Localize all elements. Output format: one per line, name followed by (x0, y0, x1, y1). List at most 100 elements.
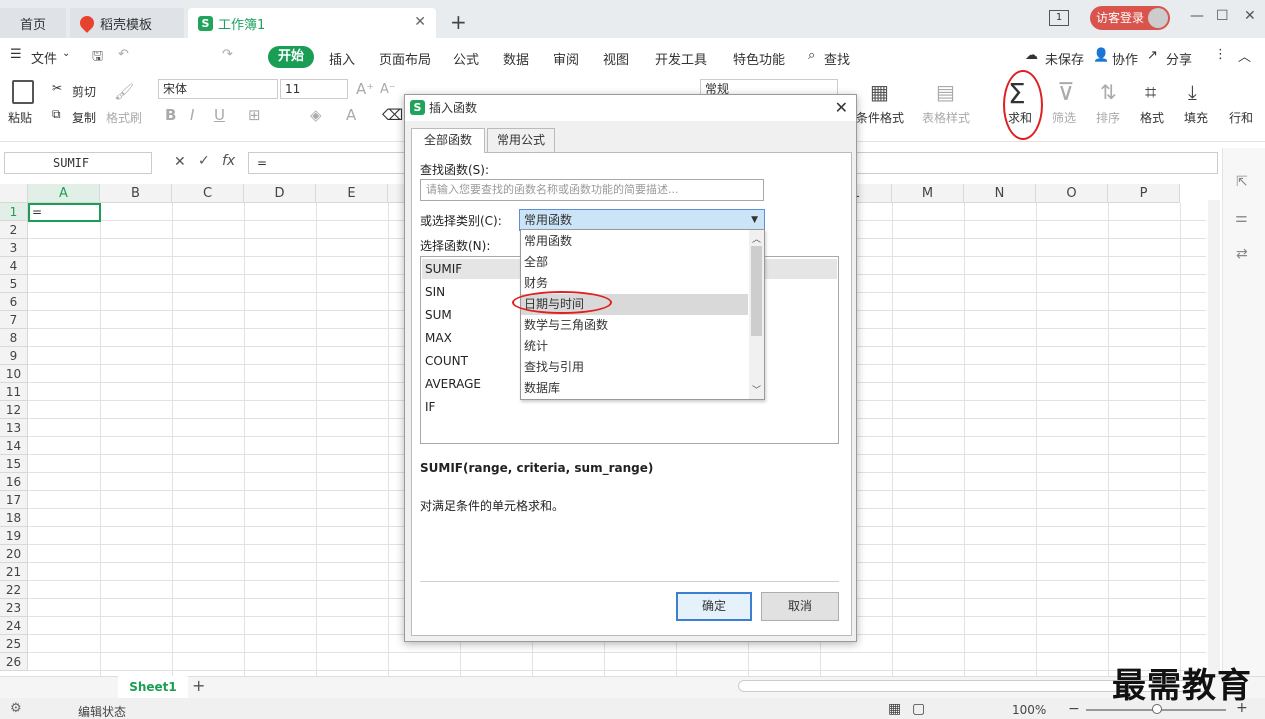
row-header[interactable]: 14 (0, 437, 28, 455)
tab-common-formulas[interactable]: 常用公式 (487, 128, 555, 152)
cancel-formula-icon[interactable]: ✕ (174, 154, 186, 170)
function-item[interactable]: MAX (425, 331, 452, 345)
function-item[interactable]: SIN (425, 285, 445, 299)
eraser-icon[interactable]: ⌫ (382, 106, 403, 124)
sheet-tab-sheet1[interactable]: Sheet1 (118, 676, 188, 698)
collapse-ribbon-icon[interactable]: ︿ (1238, 46, 1251, 65)
fill-button[interactable]: 填充 (1184, 109, 1208, 126)
format-button[interactable]: 格式 (1140, 109, 1164, 126)
row-header[interactable]: 17 (0, 491, 28, 509)
bold-icon[interactable]: B (165, 106, 176, 124)
menu-data[interactable]: 数据 (503, 49, 529, 68)
row-header[interactable]: 7 (0, 311, 28, 329)
dropdown-scroll-thumb[interactable] (751, 246, 762, 336)
fill-color-icon[interactable]: ◈ (310, 106, 322, 124)
row-header[interactable]: 12 (0, 401, 28, 419)
close-tab-icon[interactable]: ✕ (414, 14, 426, 30)
font-color-icon[interactable]: A (346, 106, 356, 124)
decrease-font-icon[interactable]: A⁻ (380, 82, 396, 97)
format-painter-button[interactable]: 格式刷 (106, 109, 142, 126)
column-header[interactable]: E (316, 184, 388, 203)
row-header[interactable]: 11 (0, 383, 28, 401)
collab-button[interactable]: 协作 (1112, 49, 1138, 68)
zoom-level[interactable]: 100% (1012, 703, 1046, 717)
row-header[interactable]: 9 (0, 347, 28, 365)
tab-workbook[interactable]: S 工作簿1 ✕ (188, 8, 436, 38)
row-header[interactable]: 24 (0, 617, 28, 635)
font-name-select[interactable]: 宋体 (158, 79, 278, 99)
menu-file[interactable]: 文件 (31, 48, 57, 67)
more-icon[interactable]: ⋮ (1214, 47, 1227, 62)
ok-button[interactable]: 确定 (676, 592, 752, 621)
column-header[interactable]: O (1036, 184, 1108, 203)
menu-view[interactable]: 视图 (603, 49, 629, 68)
border-icon[interactable]: ⊞ (248, 106, 261, 124)
page-view-icon[interactable]: ▢ (912, 701, 925, 717)
row-col-button[interactable]: 行和 (1229, 109, 1253, 126)
normal-view-icon[interactable]: ▦ (888, 701, 901, 717)
name-box[interactable]: SUMIF (4, 152, 152, 174)
tab-all-functions[interactable]: 全部函数 (411, 128, 485, 153)
redo-icon[interactable]: ↷ (222, 47, 233, 62)
sort-button[interactable]: 排序 (1096, 109, 1120, 126)
row-header[interactable]: 21 (0, 563, 28, 581)
zoom-out-icon[interactable]: − (1068, 701, 1080, 717)
italic-icon[interactable]: I (190, 106, 194, 124)
column-header[interactable]: A (28, 184, 100, 203)
table-style-button[interactable]: 表格样式 (922, 109, 970, 126)
function-item[interactable]: IF (425, 400, 435, 414)
cancel-button[interactable]: 取消 (761, 592, 839, 621)
restore-button[interactable]: ☐ (1216, 8, 1229, 24)
hamburger-icon[interactable]: ☰ (10, 47, 22, 62)
close-window-button[interactable]: ✕ (1244, 8, 1256, 24)
tab-home[interactable]: 首页 (0, 8, 66, 38)
vertical-scrollbar[interactable] (1208, 200, 1220, 676)
column-header[interactable]: P (1108, 184, 1180, 203)
cell-a1[interactable]: = (28, 203, 101, 222)
unsaved-status[interactable]: 未保存 (1045, 49, 1084, 68)
filter-button[interactable]: 筛选 (1052, 109, 1076, 126)
row-header[interactable]: 15 (0, 455, 28, 473)
menu-formula[interactable]: 公式 (453, 49, 479, 68)
column-header[interactable]: M (892, 184, 964, 203)
select-all-corner[interactable] (0, 184, 28, 203)
row-header[interactable]: 26 (0, 653, 28, 671)
underline-icon[interactable]: U (214, 106, 225, 124)
row-header[interactable]: 20 (0, 545, 28, 563)
share-button[interactable]: 分享 (1166, 49, 1192, 68)
scroll-up-icon[interactable]: ︿ (752, 232, 761, 245)
chevron-down-icon[interactable]: ⌄ (62, 48, 70, 59)
category-option[interactable]: 统计 (521, 336, 748, 357)
tab-template[interactable]: 稻壳模板 (70, 8, 184, 38)
function-item[interactable]: COUNT (425, 354, 468, 368)
minimize-button[interactable]: — (1190, 8, 1204, 24)
menu-page-layout[interactable]: 页面布局 (379, 49, 431, 68)
paste-icon[interactable] (12, 80, 34, 104)
macro-icon[interactable]: ⚙ (10, 701, 22, 716)
confirm-formula-icon[interactable]: ✓ (198, 153, 210, 169)
category-dropdown-list[interactable]: 常用函数 全部 财务 日期与时间 数学与三角函数 统计 查找与引用 数据库 ︿ … (520, 229, 765, 400)
category-option[interactable]: 数学与三角函数 (521, 315, 748, 336)
row-header[interactable]: 3 (0, 239, 28, 257)
category-option[interactable]: 查找与引用 (521, 357, 748, 378)
function-search-input[interactable]: 请输入您要查找的函数名称或函数功能的简要描述... (420, 179, 764, 201)
cond-format-button[interactable]: 条件格式 (856, 109, 904, 126)
column-header[interactable]: N (964, 184, 1036, 203)
column-header[interactable]: D (244, 184, 316, 203)
login-button[interactable]: 访客登录 (1090, 6, 1170, 30)
menu-special[interactable]: 特色功能 (733, 49, 785, 68)
increase-font-icon[interactable]: A⁺ (356, 80, 374, 98)
page-count-icon[interactable]: 1 (1049, 10, 1069, 26)
row-header[interactable]: 8 (0, 329, 28, 347)
column-header[interactable]: B (100, 184, 172, 203)
row-header[interactable]: 6 (0, 293, 28, 311)
scroll-down-icon[interactable]: ﹀ (752, 383, 761, 396)
menu-start[interactable]: 开始 (268, 46, 314, 68)
row-header[interactable]: 10 (0, 365, 28, 383)
swap-icon[interactable]: ⇄ (1236, 246, 1248, 262)
menu-review[interactable]: 审阅 (553, 49, 579, 68)
paste-button[interactable]: 粘贴 (8, 109, 32, 126)
row-header[interactable]: 25 (0, 635, 28, 653)
new-tab-button[interactable]: + (450, 10, 467, 34)
row-header[interactable]: 22 (0, 581, 28, 599)
